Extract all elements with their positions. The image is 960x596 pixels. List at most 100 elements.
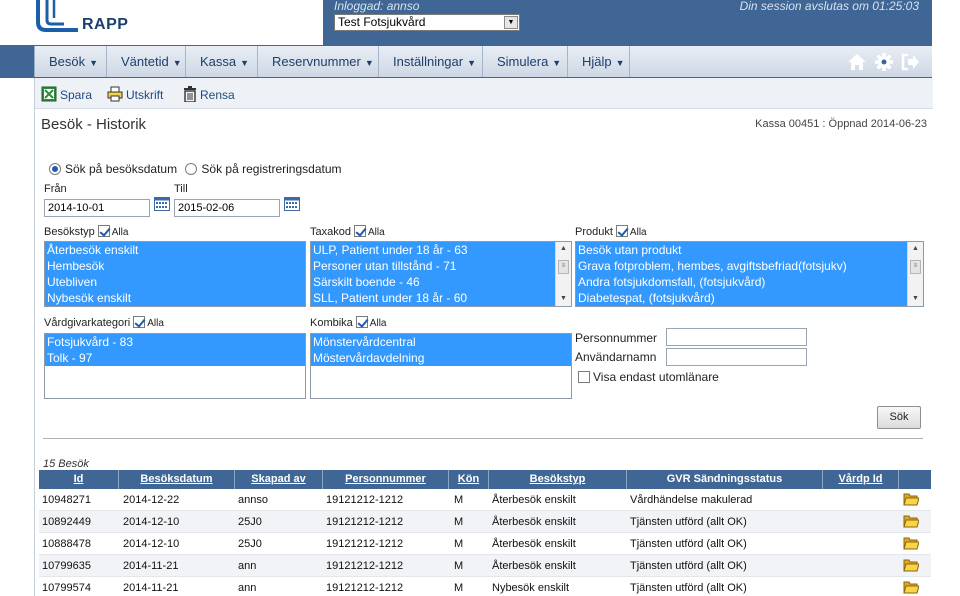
scroll-thumb[interactable]: ≡ <box>558 260 569 274</box>
taxa-all-checkbox[interactable] <box>353 225 366 237</box>
col-pnr[interactable]: Personnummer <box>323 470 449 489</box>
list-option[interactable]: SLL, Patient under 18 år - 60 <box>311 290 555 306</box>
cell-vardp <box>823 533 826 555</box>
product-all-checkbox[interactable] <box>615 225 628 237</box>
list-option[interactable]: Nybesök enskilt <box>45 290 305 306</box>
list-option[interactable]: Grava fotproblem, hembes, avgiftsbefriad… <box>576 258 907 274</box>
home-icon[interactable] <box>847 52 867 72</box>
visit-type-list[interactable]: Återbesök enskilt Hembesök Utebliven Nyb… <box>44 241 306 307</box>
nav-item-hjalp[interactable]: Hjälp ▼ <box>568 46 630 77</box>
nav-label: Simulera <box>497 54 549 69</box>
nav-item-kassa[interactable]: Kassa ▼ <box>186 46 258 77</box>
scrollbar[interactable]: ▲ ≡ ▼ <box>555 242 571 306</box>
list-option[interactable]: Möstervårdavdelning <box>311 350 571 366</box>
kombika-list[interactable]: Mönstervårdcentral Möstervårdavdelning <box>310 333 572 399</box>
print-label: Utskrift <box>126 88 164 102</box>
scroll-down-icon[interactable]: ▼ <box>908 292 923 306</box>
open-folder-icon[interactable] <box>903 558 919 572</box>
to-label: Till <box>174 183 188 195</box>
list-option[interactable]: Personer utan tillstånd - 71 <box>311 258 555 274</box>
logout-icon[interactable] <box>900 52 920 72</box>
col-date[interactable]: Besöksdatum <box>119 470 235 489</box>
header: RAPP Inloggad: annso Test Fotsjukvård ▼ … <box>0 0 960 45</box>
cell-pnr: 19121212-1212 <box>326 560 404 572</box>
nav-label: Hjälp <box>582 54 612 69</box>
nav-label: Besök <box>49 54 86 69</box>
radio-unselected-icon[interactable] <box>185 163 198 175</box>
nav-item-installningar[interactable]: Inställningar ▼ <box>379 46 483 77</box>
to-date-input[interactable]: 2015-02-06 <box>174 199 280 217</box>
from-date-input[interactable]: 2014-10-01 <box>44 199 150 217</box>
scroll-up-icon[interactable]: ▲ <box>556 242 571 256</box>
calendar-icon[interactable] <box>154 197 170 211</box>
scrollbar[interactable]: ▲ ≡ ▼ <box>907 242 923 306</box>
list-option[interactable]: Andra fotsjukdomsfall, (fotsjukvård) <box>576 274 907 290</box>
open-folder-icon[interactable] <box>903 580 919 594</box>
open-folder-icon[interactable] <box>903 514 919 528</box>
open-folder-icon[interactable] <box>903 492 919 506</box>
kombika-all-checkbox[interactable] <box>355 316 368 328</box>
cell-id: 10892449 <box>42 516 91 528</box>
cell-created-by: annso <box>238 494 268 506</box>
cell-status: Tjänsten utförd (allt OK) <box>630 516 747 528</box>
caregiver-all-checkbox[interactable] <box>133 316 146 328</box>
col-id[interactable]: Id <box>39 470 119 489</box>
col-sex[interactable]: Kön <box>449 470 489 489</box>
save-button[interactable]: Spara <box>41 86 92 104</box>
all-label: Alla <box>147 318 164 329</box>
table-row[interactable]: 10892449 2014-12-10 25J0 19121212-1212 M… <box>39 511 931 533</box>
scroll-thumb[interactable]: ≡ <box>910 260 921 274</box>
list-option[interactable]: Hembesök <box>45 258 305 274</box>
table-header: Id Besöksdatum Skapad av Personnummer Kö… <box>39 470 931 489</box>
list-option[interactable]: Utebliven <box>45 274 305 290</box>
search-button[interactable]: Sök <box>877 406 921 429</box>
list-option[interactable]: Särskilt boende - 46 <box>311 274 555 290</box>
col-vardp-id[interactable]: Vårdp Id <box>823 470 899 489</box>
nav-item-vantetid[interactable]: Väntetid ▼ <box>107 46 186 77</box>
radio-selected-icon[interactable] <box>49 163 61 175</box>
unit-select[interactable]: Test Fotsjukvård ▼ <box>334 14 520 31</box>
list-option[interactable]: Mönstervårdcentral <box>311 334 571 350</box>
visit-type-label: Besökstyp <box>44 226 95 238</box>
clear-button[interactable]: Rensa <box>183 86 235 104</box>
list-option[interactable]: Fotsjukvård - 83 <box>45 334 305 350</box>
list-option[interactable]: ULP, Patient under 18 år - 63 <box>311 242 555 258</box>
print-button[interactable]: Utskrift <box>107 86 163 104</box>
radio-visit-date[interactable]: Sök på besöksdatum <box>49 162 177 176</box>
table-row[interactable]: 10948271 2014-12-22 annso 19121212-1212 … <box>39 489 931 511</box>
all-label: Alla <box>367 227 385 238</box>
list-option[interactable]: Tolk - 97 <box>45 350 305 366</box>
outside-county-checkbox[interactable] <box>578 371 590 383</box>
scroll-up-icon[interactable]: ▲ <box>908 242 923 256</box>
product-list[interactable]: Besök utan produkt Grava fotproblem, hem… <box>575 241 924 307</box>
caregiver-list[interactable]: Fotsjukvård - 83 Tolk - 97 <box>44 333 306 399</box>
list-option[interactable]: Återbesök enskilt <box>45 242 305 258</box>
table-row[interactable]: 10799635 2014-11-21 ann 19121212-1212 M … <box>39 555 931 577</box>
table-row[interactable]: 10888478 2014-12-10 25J0 19121212-1212 M… <box>39 533 931 555</box>
radio-reg-date[interactable]: Sök på registreringsdatum <box>185 162 342 176</box>
col-type[interactable]: Besökstyp <box>489 470 627 489</box>
col-created-by[interactable]: Skapad av <box>235 470 323 489</box>
taxa-list[interactable]: ULP, Patient under 18 år - 63 Personer u… <box>310 241 572 307</box>
visit-type-all-checkbox[interactable] <box>97 225 110 237</box>
chevron-down-icon[interactable]: ▼ <box>504 16 518 29</box>
kassa-info: Kassa 00451 : Öppnad 2014-06-23 <box>755 118 927 130</box>
table-row[interactable]: 10799574 2014-11-21 ann 19121212-1212 M … <box>39 577 931 596</box>
pnr-input[interactable] <box>666 328 807 346</box>
open-folder-icon[interactable] <box>903 536 919 550</box>
list-option[interactable]: Diabetespat, (fotsjukvård) <box>576 290 907 306</box>
nav-bar: Besök ▼ Väntetid ▼ Kassa ▼ Reservnummer ▼ In… <box>34 46 932 77</box>
rapp-logo-icon <box>36 0 78 32</box>
caret-down-icon: ▼ <box>172 58 182 68</box>
nav-label: Väntetid <box>121 54 169 69</box>
outside-county-option[interactable]: Visa endast utomlänare <box>575 370 719 384</box>
gear-icon[interactable] <box>874 52 894 72</box>
nav-item-simulera[interactable]: Simulera ▼ <box>483 46 568 77</box>
calendar-icon[interactable] <box>284 197 300 211</box>
col-action <box>899 470 931 489</box>
list-option[interactable]: Besök utan produkt <box>576 242 907 258</box>
nav-item-besok[interactable]: Besök ▼ <box>35 46 107 77</box>
nav-item-reservnummer[interactable]: Reservnummer ▼ <box>258 46 379 77</box>
username-input[interactable] <box>666 348 807 366</box>
scroll-down-icon[interactable]: ▼ <box>556 292 571 306</box>
